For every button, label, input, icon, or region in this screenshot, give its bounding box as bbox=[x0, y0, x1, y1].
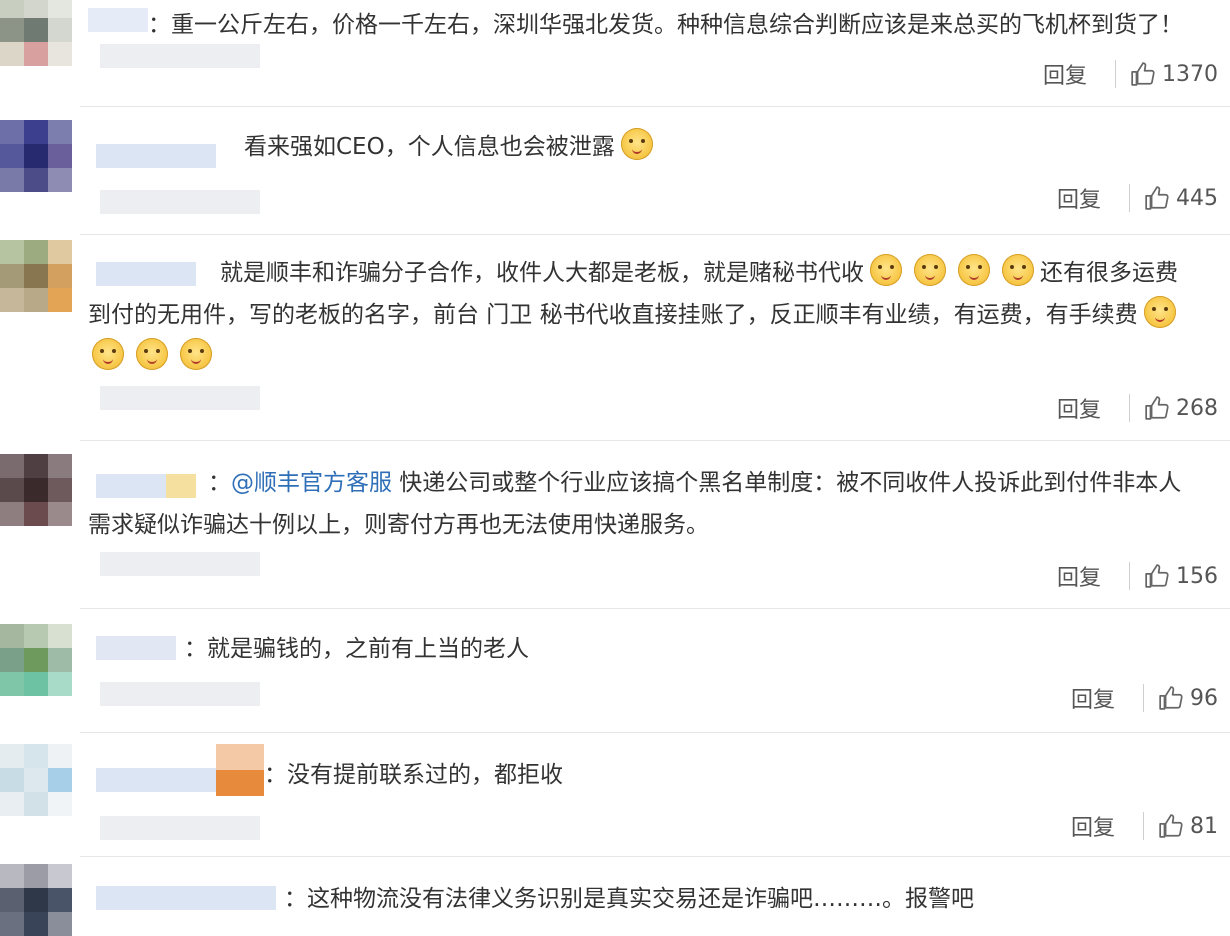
username-blurred[interactable] bbox=[96, 768, 216, 792]
reply-button[interactable]: 回复 bbox=[1071, 682, 1115, 714]
comment-actions: 回复 81 bbox=[1071, 806, 1218, 846]
divider bbox=[1115, 60, 1116, 88]
avatar[interactable] bbox=[0, 744, 72, 816]
row-divider bbox=[80, 106, 1230, 107]
comment-text: ：没有提前联系过的，都拒收 bbox=[264, 762, 563, 788]
divider bbox=[1129, 394, 1130, 422]
comment-item-2: 看来强如CEO，个人信息也会被泄露 回复 445 bbox=[0, 110, 1230, 235]
comment-actions: 回复 445 bbox=[1057, 178, 1218, 218]
divider bbox=[1143, 684, 1144, 712]
comment-item-5: ：就是骗钱的，之前有上当的老人 回复 96 bbox=[0, 612, 1230, 734]
blurred-meta bbox=[100, 44, 260, 68]
comment-actions: 回复 96 bbox=[1071, 678, 1218, 718]
like-button[interactable]: 156 bbox=[1144, 563, 1218, 589]
avatar[interactable] bbox=[0, 864, 72, 936]
comment-text-line1: 就是顺丰和诈骗分子合作，收件人大都是老板，就是赌秘书代收 还有很多运费 bbox=[220, 252, 1178, 294]
thumbs-up-icon bbox=[1145, 186, 1169, 210]
comment-actions: 回复 268 bbox=[1057, 388, 1218, 428]
thumbs-up-icon bbox=[1145, 564, 1169, 588]
like-count: 268 bbox=[1176, 395, 1218, 421]
doge-emoji-icon bbox=[958, 254, 990, 286]
reply-button[interactable]: 回复 bbox=[1057, 392, 1101, 424]
username-blurred[interactable] bbox=[96, 886, 276, 910]
blurred-meta bbox=[100, 190, 260, 214]
doge-emoji-icon bbox=[870, 254, 902, 286]
like-button[interactable]: 96 bbox=[1158, 685, 1218, 711]
row-divider bbox=[80, 732, 1230, 733]
comment-text-line1: ：@顺丰官方客服 快递公司或整个行业应该搞个黑名单制度：被不同收件人投诉此到付件… bbox=[208, 470, 1182, 496]
reply-button[interactable]: 回复 bbox=[1057, 182, 1101, 214]
comment-item-1: ：重一公斤左右，价格一千左右，深圳华强北发货。种种信息综合判断应该是来总买的飞机… bbox=[0, 0, 1230, 108]
doge-emoji-icon bbox=[620, 128, 653, 160]
comment-text: ：重一公斤左右，价格一千左右，深圳华强北发货。种种信息综合判断应该是来总买的飞机… bbox=[148, 12, 1183, 38]
comment-text: ：这种物流没有法律义务识别是真实交易还是诈骗吧………。报警吧 bbox=[284, 886, 974, 912]
doge-emoji-icon bbox=[180, 338, 212, 370]
like-count: 156 bbox=[1176, 563, 1218, 589]
like-button[interactable]: 81 bbox=[1158, 813, 1218, 839]
comment-text-line2: 需求疑似诈骗达十例以上，则寄付方再也无法使用快递服务。 bbox=[88, 512, 709, 538]
row-divider bbox=[80, 608, 1230, 609]
comment-actions: 回复 1370 bbox=[1043, 54, 1218, 94]
mention-link[interactable]: @顺丰官方客服 bbox=[231, 470, 392, 496]
comment-item-7: ：这种物流没有法律义务识别是真实交易还是诈骗吧………。报警吧 bbox=[0, 860, 1230, 936]
comment-item-4: ：@顺丰官方客服 快递公司或整个行业应该搞个黑名单制度：被不同收件人投诉此到付件… bbox=[0, 444, 1230, 610]
divider bbox=[1129, 562, 1130, 590]
like-count: 1370 bbox=[1162, 61, 1218, 87]
row-divider bbox=[80, 234, 1230, 235]
like-button[interactable]: 1370 bbox=[1130, 61, 1218, 87]
comment-emoji-row bbox=[86, 336, 218, 378]
blurred-meta bbox=[100, 682, 260, 706]
reply-button[interactable]: 回复 bbox=[1071, 810, 1115, 842]
like-button[interactable]: 445 bbox=[1144, 185, 1218, 211]
blurred-meta bbox=[100, 386, 260, 410]
doge-emoji-icon bbox=[1143, 296, 1176, 328]
username-blurred[interactable] bbox=[96, 262, 196, 286]
username-blurred[interactable] bbox=[96, 144, 216, 168]
reply-button[interactable]: 回复 bbox=[1057, 560, 1101, 592]
divider bbox=[1129, 184, 1130, 212]
comment-text-line2: 到付的无用件，写的老板的名字，前台 门卫 秘书代收直接挂账了，反正顺丰有业绩，有… bbox=[88, 294, 1182, 336]
like-count: 445 bbox=[1176, 185, 1218, 211]
avatar[interactable] bbox=[0, 240, 72, 312]
avatar[interactable] bbox=[0, 454, 72, 526]
thumbs-up-icon bbox=[1131, 62, 1155, 86]
reply-button[interactable]: 回复 bbox=[1043, 58, 1087, 90]
blurred-meta bbox=[100, 552, 260, 576]
username-blurred[interactable] bbox=[96, 474, 196, 498]
blurred-username-badge bbox=[216, 744, 264, 796]
comment-item-3: 就是顺丰和诈骗分子合作，收件人大都是老板，就是赌秘书代收 还有很多运费 到付的无用… bbox=[0, 236, 1230, 442]
doge-emoji-icon bbox=[136, 338, 168, 370]
avatar[interactable] bbox=[0, 624, 72, 696]
row-divider bbox=[80, 440, 1230, 441]
doge-emoji-icon bbox=[1002, 254, 1034, 286]
like-button[interactable]: 268 bbox=[1144, 395, 1218, 421]
avatar[interactable] bbox=[0, 120, 72, 192]
comment-actions: 回复 156 bbox=[1057, 556, 1218, 596]
blurred-meta bbox=[100, 816, 260, 840]
thumbs-up-icon bbox=[1159, 814, 1183, 838]
username-blurred[interactable] bbox=[96, 636, 176, 660]
comment-text: ：就是骗钱的，之前有上当的老人 bbox=[184, 636, 529, 662]
doge-emoji-icon bbox=[92, 338, 124, 370]
username-blurred[interactable] bbox=[88, 8, 148, 32]
row-divider bbox=[80, 856, 1230, 857]
thumbs-up-icon bbox=[1145, 396, 1169, 420]
avatar[interactable] bbox=[0, 0, 72, 66]
divider bbox=[1143, 812, 1144, 840]
like-count: 81 bbox=[1190, 813, 1218, 839]
comment-text: 看来强如CEO，个人信息也会被泄露 bbox=[244, 126, 659, 168]
comment-item-6: ：没有提前联系过的，都拒收 回复 81 bbox=[0, 736, 1230, 858]
thumbs-up-icon bbox=[1159, 686, 1183, 710]
doge-emoji-icon bbox=[914, 254, 946, 286]
like-count: 96 bbox=[1190, 685, 1218, 711]
